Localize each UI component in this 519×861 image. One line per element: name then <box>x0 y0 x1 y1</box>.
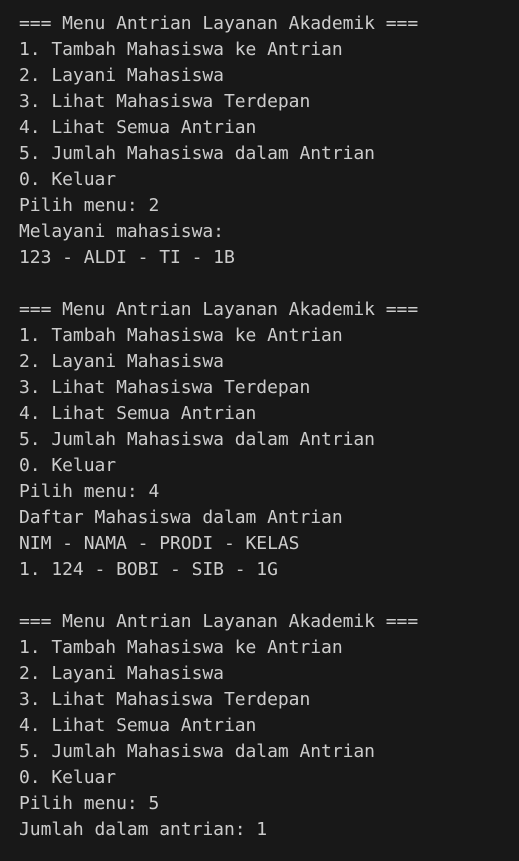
menu-choice-prompt: Pilih menu: 2 <box>19 195 160 216</box>
menu-option-3: 3. Lihat Mahasiswa Terdepan <box>19 91 311 112</box>
menu-header: === Menu Antrian Layanan Akademik === <box>19 13 419 34</box>
menu-option-1: 1. Tambah Mahasiswa ke Antrian <box>19 39 343 60</box>
menu-option-5: 5. Jumlah Mahasiswa dalam Antrian <box>19 741 375 762</box>
menu-option-0: 0. Keluar <box>19 455 117 476</box>
menu-option-2: 2. Layani Mahasiswa <box>19 351 224 372</box>
menu-option-4: 4. Lihat Semua Antrian <box>19 715 257 736</box>
menu-header: === Menu Antrian Layanan Akademik === <box>19 611 419 632</box>
menu-option-1: 1. Tambah Mahasiswa ke Antrian <box>19 325 343 346</box>
menu-option-0: 0. Keluar <box>19 767 117 788</box>
output-line: 123 - ALDI - TI - 1B <box>19 247 235 268</box>
menu-option-2: 2. Layani Mahasiswa <box>19 65 224 86</box>
menu-option-2: 2. Layani Mahasiswa <box>19 663 224 684</box>
output-line: NIM - NAMA - PRODI - KELAS <box>19 533 300 554</box>
output-line: Jumlah dalam antrian: 1 <box>19 819 268 840</box>
menu-option-4: 4. Lihat Semua Antrian <box>19 117 257 138</box>
output-line: 1. 124 - BOBI - SIB - 1G <box>19 559 278 580</box>
menu-option-5: 5. Jumlah Mahasiswa dalam Antrian <box>19 143 375 164</box>
menu-option-4: 4. Lihat Semua Antrian <box>19 403 257 424</box>
menu-option-3: 3. Lihat Mahasiswa Terdepan <box>19 689 311 710</box>
output-line: Daftar Mahasiswa dalam Antrian <box>19 507 343 528</box>
menu-choice-prompt: Pilih menu: 4 <box>19 481 160 502</box>
menu-header: === Menu Antrian Layanan Akademik === <box>19 299 419 320</box>
menu-option-0: 0. Keluar <box>19 169 117 190</box>
menu-choice-prompt: Pilih menu: 5 <box>19 793 160 814</box>
menu-option-1: 1. Tambah Mahasiswa ke Antrian <box>19 637 343 658</box>
menu-option-3: 3. Lihat Mahasiswa Terdepan <box>19 377 311 398</box>
output-line: Melayani mahasiswa: <box>19 221 224 242</box>
terminal-output[interactable]: === Menu Antrian Layanan Akademik === 1.… <box>0 0 519 861</box>
menu-option-5: 5. Jumlah Mahasiswa dalam Antrian <box>19 429 375 450</box>
